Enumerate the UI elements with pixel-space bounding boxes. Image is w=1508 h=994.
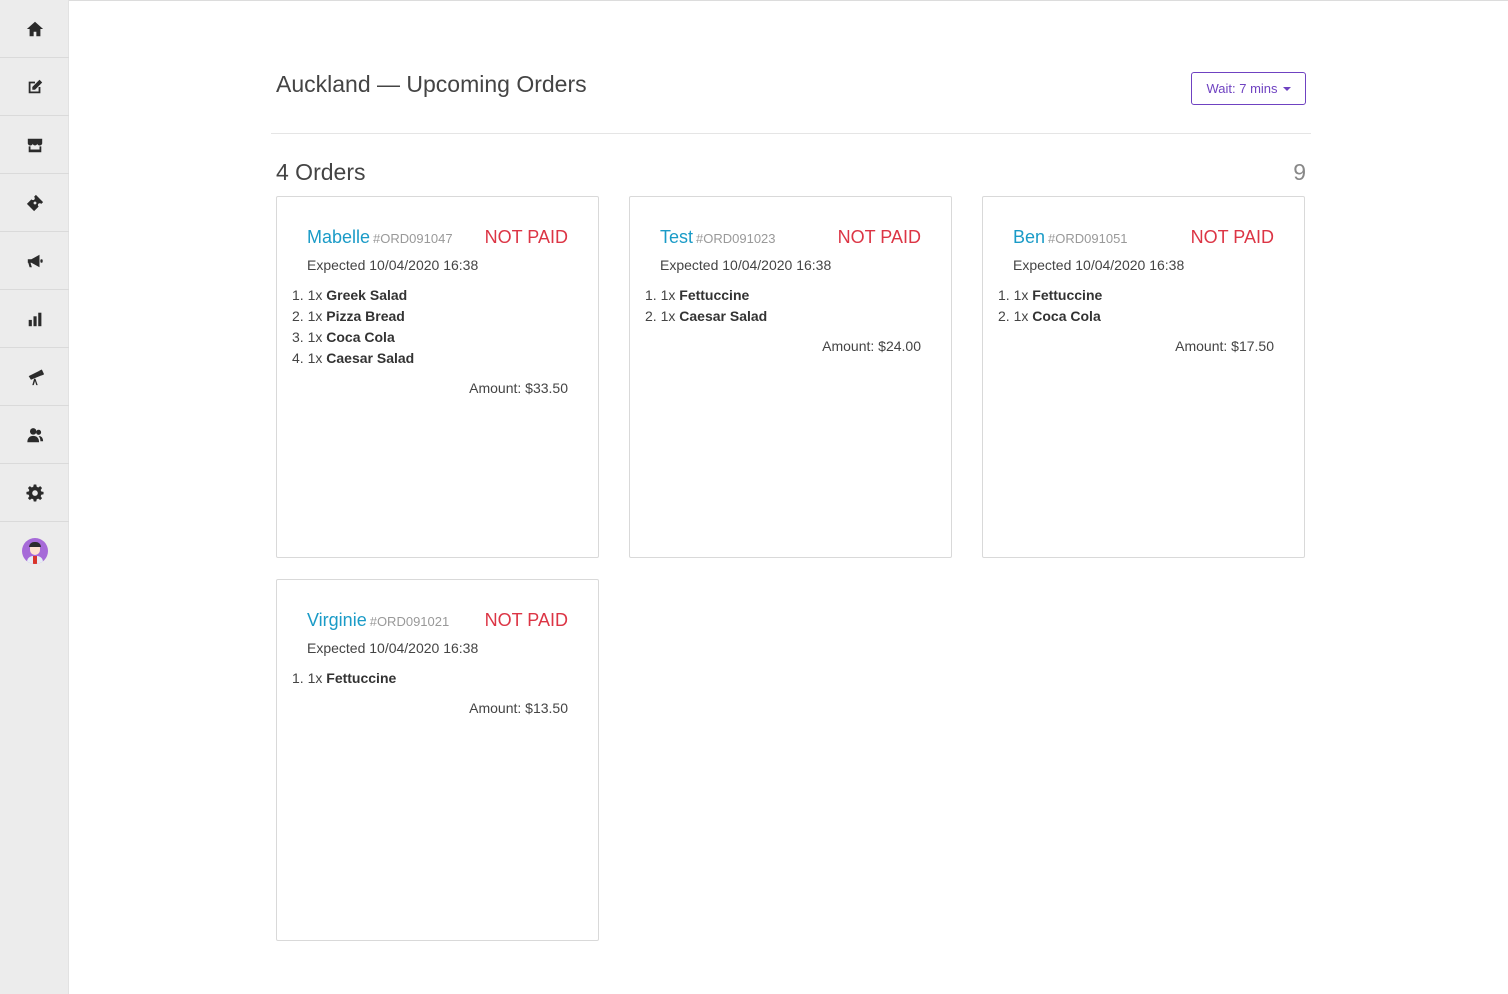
page-title: Auckland — Upcoming Orders (276, 71, 587, 97)
gear-icon (25, 483, 44, 502)
sidebar-item-tickets[interactable] (0, 174, 69, 232)
orders-count: 4 Orders (276, 159, 366, 185)
bar-chart-icon (28, 312, 41, 326)
order-item: 1. 1x Fettuccine (998, 287, 1103, 303)
sidebar-item-marketing[interactable] (0, 232, 69, 290)
avatar-icon (21, 538, 48, 564)
order-item: 1. 1x Fettuccine (645, 287, 750, 303)
order-item: 2. 1x Caesar Salad (645, 308, 768, 324)
payment-status: NOT PAID (484, 610, 568, 630)
expected-time: Expected 10/04/2020 16:38 (1013, 257, 1185, 273)
order-amount: Amount: $17.50 (1175, 338, 1274, 354)
megaphone-icon (27, 254, 43, 267)
order-card[interactable]: Virginie #ORD091021 NOT PAID Expected 10/… (276, 579, 599, 941)
home-icon (26, 21, 43, 36)
top-border (0, 0, 1508, 1)
wait-time-dropdown[interactable]: Wait: 7 mins (1191, 72, 1306, 105)
sidebar-item-users[interactable] (0, 406, 69, 464)
payment-status: NOT PAID (484, 227, 568, 247)
edit-icon (28, 79, 42, 93)
order-card[interactable]: Mabelle #ORD091047 NOT PAID Expected 10/0… (276, 196, 599, 558)
order-amount: Amount: $33.50 (469, 380, 568, 396)
order-id: #ORD091051 (1048, 231, 1128, 246)
ticket-icon (26, 194, 43, 211)
customer-name[interactable]: Test (660, 227, 693, 247)
wait-time-label: Wait: 7 mins (1206, 81, 1278, 96)
sidebar-item-edit[interactable] (0, 58, 69, 116)
order-id: #ORD091047 (373, 231, 453, 246)
sidebar-item-store[interactable] (0, 116, 69, 174)
sidebar-item-reports[interactable] (0, 290, 69, 348)
order-item: 3. 1x Coca Cola (292, 329, 395, 345)
order-item: 1. 1x Fettuccine (292, 670, 397, 686)
telescope-icon (28, 368, 44, 385)
sidebar-item-settings[interactable] (0, 464, 69, 522)
customer-name[interactable]: Mabelle (307, 227, 370, 247)
sidebar (0, 0, 69, 994)
sidebar-item-explore[interactable] (0, 348, 69, 406)
order-items: 1. 1x Fettuccine 2. 1x Caesar Salad (645, 285, 767, 327)
payment-status: NOT PAID (1190, 227, 1274, 247)
order-amount: Amount: $24.00 (822, 338, 921, 354)
store-icon (27, 138, 42, 152)
order-items: 1. 1x Greek Salad 2. 1x Pizza Bread 3. 1… (292, 285, 414, 369)
order-id: #ORD091023 (696, 231, 776, 246)
order-card[interactable]: Test #ORD091023 NOT PAID Expected 10/04/2… (629, 196, 952, 558)
expected-time: Expected 10/04/2020 16:38 (307, 640, 479, 656)
order-item: 4. 1x Caesar Salad (292, 350, 415, 366)
users-icon (26, 427, 43, 442)
divider (271, 133, 1311, 134)
expected-time: Expected 10/04/2020 16:38 (307, 257, 479, 273)
customer-name[interactable]: Ben (1013, 227, 1045, 247)
order-amount: Amount: $13.50 (469, 700, 568, 716)
count-badge: 9 (1293, 159, 1306, 185)
order-items: 1. 1x Fettuccine (292, 668, 396, 689)
sidebar-item-profile[interactable] (0, 522, 69, 580)
sidebar-item-home[interactable] (0, 0, 69, 58)
expected-time: Expected 10/04/2020 16:38 (660, 257, 832, 273)
order-items: 1. 1x Fettuccine 2. 1x Coca Cola (998, 285, 1102, 327)
order-item: 2. 1x Coca Cola (998, 308, 1101, 324)
caret-down-icon (1282, 86, 1291, 91)
customer-name[interactable]: Virginie (307, 610, 367, 630)
payment-status: NOT PAID (837, 227, 921, 247)
order-card[interactable]: Ben #ORD091051 NOT PAID Expected 10/04/20… (982, 196, 1305, 558)
order-item: 1. 1x Greek Salad (292, 287, 408, 303)
order-id: #ORD091021 (369, 614, 450, 629)
order-item: 2. 1x Pizza Bread (292, 308, 405, 324)
